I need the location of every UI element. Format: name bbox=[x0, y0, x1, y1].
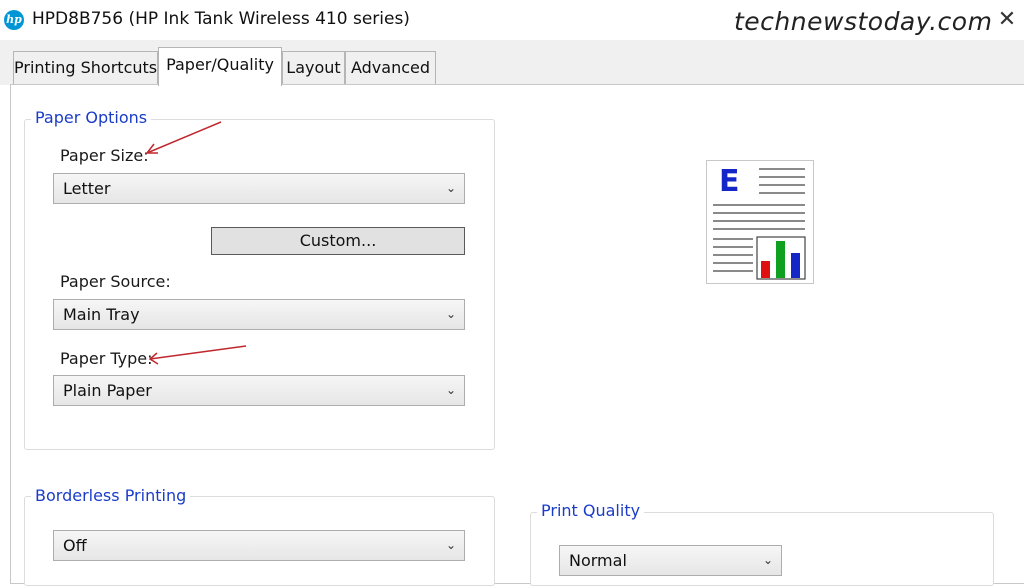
paper-options-title: Paper Options bbox=[31, 108, 152, 127]
paper-source-value: Main Tray bbox=[63, 305, 140, 324]
borderless-printing-select[interactable]: Off ⌄ bbox=[53, 530, 465, 561]
print-quality-select[interactable]: Normal ⌄ bbox=[559, 545, 782, 576]
custom-button[interactable]: Custom... bbox=[211, 227, 465, 255]
close-icon[interactable]: ✕ bbox=[996, 8, 1018, 32]
tab-paper-quality[interactable]: Paper/Quality bbox=[158, 47, 282, 86]
watermark: technewstoday.com bbox=[734, 7, 993, 36]
paper-type-label: Paper Type: bbox=[60, 349, 153, 368]
chevron-down-icon: ⌄ bbox=[445, 181, 456, 195]
paper-size-select[interactable]: Letter ⌄ bbox=[53, 173, 465, 204]
document-preview-icon: E bbox=[706, 160, 814, 284]
title-bar: hp HPD8B756 (HP Ink Tank Wireless 410 se… bbox=[0, 0, 1024, 40]
chevron-down-icon: ⌄ bbox=[445, 538, 456, 552]
tab-advanced[interactable]: Advanced bbox=[345, 51, 436, 84]
hp-logo-icon: hp bbox=[4, 10, 24, 30]
paper-type-select[interactable]: Plain Paper ⌄ bbox=[53, 375, 465, 406]
preview-letter: E bbox=[719, 164, 740, 199]
tab-strip: Printing Shortcuts Paper/Quality Layout … bbox=[0, 40, 1024, 86]
paper-source-label: Paper Source: bbox=[60, 272, 171, 291]
chevron-down-icon: ⌄ bbox=[445, 307, 456, 321]
paper-type-value: Plain Paper bbox=[63, 381, 152, 400]
paper-size-value: Letter bbox=[63, 179, 111, 198]
tab-printing-shortcuts[interactable]: Printing Shortcuts bbox=[13, 51, 158, 84]
tab-layout[interactable]: Layout bbox=[282, 51, 345, 84]
window-title: HPD8B756 (HP Ink Tank Wireless 410 serie… bbox=[32, 9, 410, 29]
borderless-printing-value: Off bbox=[63, 536, 87, 555]
document-preview-graphic: E bbox=[713, 164, 806, 280]
print-quality-title: Print Quality bbox=[537, 501, 645, 520]
paper-source-select[interactable]: Main Tray ⌄ bbox=[53, 299, 465, 330]
chevron-down-icon: ⌄ bbox=[762, 553, 773, 567]
print-quality-value: Normal bbox=[569, 551, 627, 570]
borderless-printing-title: Borderless Printing bbox=[31, 486, 191, 505]
chevron-down-icon: ⌄ bbox=[445, 383, 456, 397]
paper-size-label: Paper Size: bbox=[60, 146, 149, 165]
